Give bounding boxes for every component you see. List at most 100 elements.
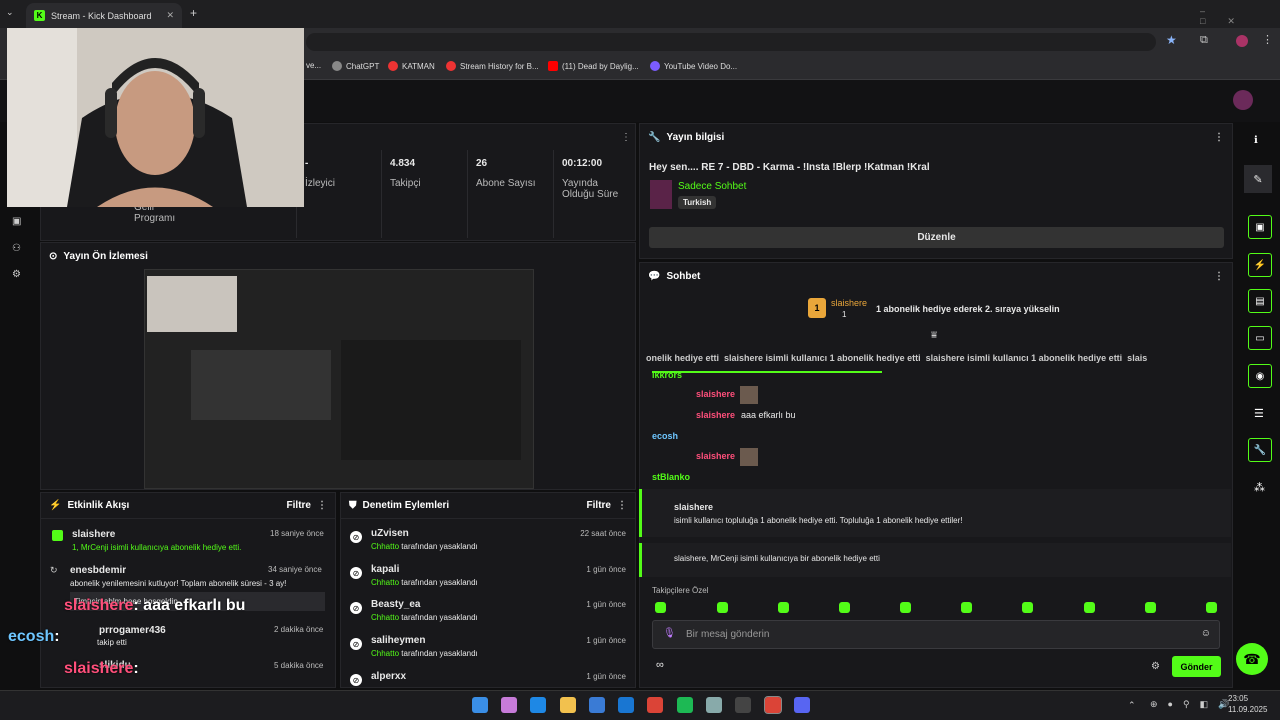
- edit-pencil-icon[interactable]: ✎: [1244, 165, 1272, 193]
- collapse-icon[interactable]: ⩸: [931, 330, 937, 341]
- category-link[interactable]: Sadece Sohbet: [678, 181, 746, 192]
- obs-icon[interactable]: [735, 697, 751, 713]
- sidebar-broadcast-icon[interactable]: ◉: [1248, 364, 1272, 388]
- emote-button[interactable]: [717, 602, 728, 613]
- moderator-name[interactable]: Chhatto: [371, 578, 399, 587]
- stats-menu-icon[interactable]: ⋮: [621, 132, 631, 143]
- stream-info-menu-icon[interactable]: ⋮: [1214, 132, 1224, 143]
- moderation-user[interactable]: uZvisen: [371, 528, 409, 539]
- emote-button[interactable]: [1206, 602, 1217, 613]
- emote-button[interactable]: [1022, 602, 1033, 613]
- browser-menu-icon[interactable]: ⋮: [1262, 33, 1273, 46]
- edit-button[interactable]: Düzenle: [649, 227, 1224, 248]
- moderation-user[interactable]: Beasty_ea: [371, 599, 420, 610]
- moderation-user[interactable]: saliheymen: [371, 635, 425, 646]
- bookmark-chatgpt[interactable]: ChatGPT: [332, 61, 379, 71]
- emote-button[interactable]: [778, 602, 789, 613]
- tab-list-icon[interactable]: ⌄: [6, 7, 20, 21]
- clock-time[interactable]: 23:05: [1228, 694, 1248, 703]
- activity-menu-icon[interactable]: ⋮: [317, 500, 327, 511]
- nav-settings-icon[interactable]: ⚙: [12, 269, 21, 280]
- sidebar-wrench-icon[interactable]: 🔧: [1248, 438, 1272, 462]
- spotify-icon[interactable]: [677, 697, 693, 713]
- moderation-menu-icon[interactable]: ⋮: [617, 500, 627, 511]
- bookmark-yt-download[interactable]: YouTube Video Do...: [650, 61, 737, 71]
- sidebar-preview-icon[interactable]: ▣: [1248, 215, 1272, 239]
- close-tab-icon[interactable]: ✕: [166, 10, 174, 21]
- chat-username[interactable]: slaishere: [696, 389, 735, 399]
- stream-preview-video[interactable]: [144, 269, 534, 489]
- emoji-icon[interactable]: ☺: [1201, 628, 1211, 639]
- info-icon[interactable]: ℹ: [1254, 135, 1258, 146]
- file-explorer-icon[interactable]: [560, 697, 576, 713]
- moderation-filter-button[interactable]: Filtre: [587, 500, 611, 511]
- chrome-active-icon[interactable]: [764, 696, 782, 714]
- sidebar-chat-icon[interactable]: ▭: [1248, 326, 1272, 350]
- copilot-icon[interactable]: [501, 697, 517, 713]
- emote-button[interactable]: [1084, 602, 1095, 613]
- chat-menu-icon[interactable]: ⋮: [1214, 271, 1224, 282]
- window-controls[interactable]: –□✕: [1200, 6, 1280, 27]
- nav-users-icon[interactable]: ⚇: [12, 243, 21, 254]
- sidebar-stack-icon[interactable]: ☰: [1254, 407, 1264, 420]
- ban-icon: ⊘: [350, 602, 362, 614]
- app-icon[interactable]: [618, 697, 634, 713]
- sidebar-clipboard-icon[interactable]: ▤: [1248, 289, 1272, 313]
- chat-username[interactable]: ikkrors: [652, 370, 682, 380]
- bookmark-1[interactable]: ve...: [306, 61, 321, 70]
- send-button[interactable]: Gönder: [1172, 656, 1221, 677]
- moderator-name[interactable]: Chhatto: [371, 613, 399, 622]
- chat-username[interactable]: slaishere: [696, 451, 735, 461]
- help-chat-icon[interactable]: ☎: [1236, 643, 1268, 675]
- bookmark-katman[interactable]: KATMAN: [388, 61, 435, 71]
- microphone-icon[interactable]: 🎙: [663, 628, 676, 639]
- top-gifter-name[interactable]: slaishere: [831, 298, 867, 308]
- gift-event-user[interactable]: slaishere: [674, 502, 713, 512]
- moderator-name[interactable]: Chhatto: [371, 649, 399, 658]
- edge-icon[interactable]: [530, 697, 546, 713]
- chat-settings-icon[interactable]: ⚙: [1151, 661, 1160, 672]
- chat-input[interactable]: Bir mesaj gönderin: [686, 629, 769, 640]
- bookmark-dbd[interactable]: (11) Dead by Daylig...: [548, 61, 639, 71]
- bookmark-star-icon[interactable]: ★: [1166, 33, 1177, 47]
- start-menu-icon[interactable]: [472, 697, 488, 713]
- emote-button[interactable]: [1145, 602, 1156, 613]
- extensions-icon[interactable]: ⧉: [1200, 34, 1208, 47]
- chat-username[interactable]: stBlanko: [652, 472, 690, 482]
- activity-user[interactable]: enesbdemir: [70, 565, 126, 576]
- profile-avatar[interactable]: [1236, 35, 1248, 47]
- browser-tab[interactable]: K Stream - Kick Dashboard ✕: [26, 3, 182, 28]
- activity-user[interactable]: slaishere: [72, 529, 115, 540]
- chat-username[interactable]: ecosh: [652, 431, 678, 441]
- activity-filter-button[interactable]: Filtre: [287, 500, 311, 511]
- moderation-title: Denetim Eylemleri: [362, 500, 450, 511]
- chat-username[interactable]: slaishere: [696, 410, 735, 420]
- store-icon[interactable]: [589, 697, 605, 713]
- discord-icon[interactable]: [794, 697, 810, 713]
- app-icon-2[interactable]: [706, 697, 722, 713]
- preview-chat: [341, 340, 521, 460]
- nav-widgets-icon[interactable]: ▣: [12, 216, 21, 227]
- chat-input-box[interactable]: 🎙 Bir mesaj gönderin ☺: [652, 620, 1220, 649]
- moderation-user[interactable]: alperxx: [371, 671, 406, 682]
- moderator-name[interactable]: Chhatto: [371, 542, 399, 551]
- sidebar-apps-icon[interactable]: ⁂: [1254, 481, 1265, 494]
- tray-icons[interactable]: ⊕●⚲◧🔊: [1150, 699, 1239, 710]
- sidebar-bolt-icon[interactable]: ⚡: [1248, 253, 1272, 277]
- emote-button[interactable]: [900, 602, 911, 613]
- user-avatar[interactable]: [1233, 90, 1253, 110]
- clock-date[interactable]: 11.09.2025: [1228, 705, 1267, 714]
- moderation-user[interactable]: kapali: [371, 564, 399, 575]
- bookmark-stream-history[interactable]: Stream History for B...: [446, 61, 539, 71]
- emote-button[interactable]: [839, 602, 850, 613]
- activity-user[interactable]: prrogamer436: [99, 625, 166, 636]
- emote-button[interactable]: [961, 602, 972, 613]
- stream-preview-panel: ⊙ Yayın Ön İzlemesi: [40, 242, 636, 490]
- tray-chevron-icon[interactable]: ⌃: [1128, 700, 1136, 711]
- new-tab-icon[interactable]: +: [190, 6, 197, 20]
- emote-button[interactable]: [655, 602, 666, 613]
- address-bar[interactable]: [306, 33, 1156, 51]
- chrome-icon[interactable]: [647, 697, 663, 713]
- webcam-image: [7, 28, 304, 207]
- stat-subscribers: 26 Abone Sayısı: [468, 150, 554, 238]
